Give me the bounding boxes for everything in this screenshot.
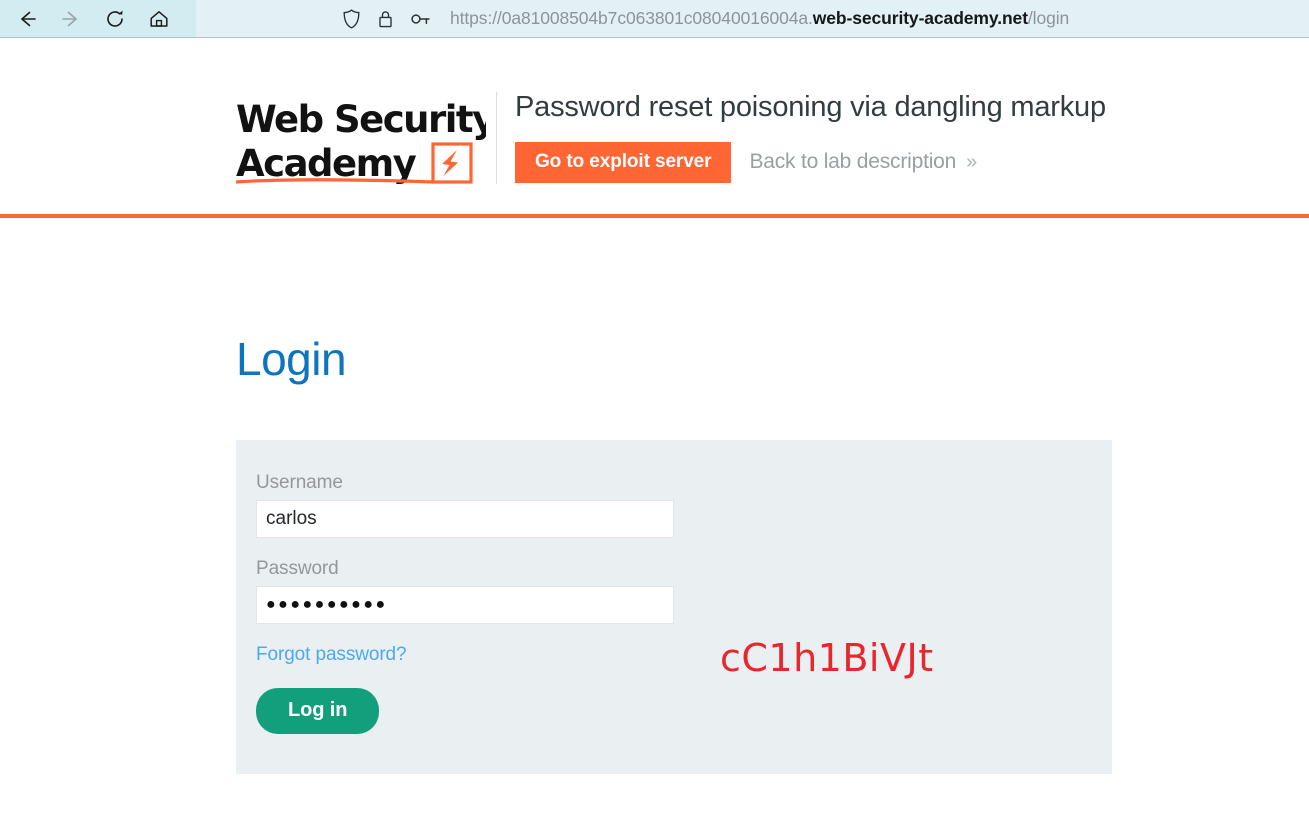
header-divider — [496, 92, 497, 184]
back-to-lab-description-link[interactable]: Back to lab description » — [749, 150, 977, 174]
lab-header: Web Security Academy Password reset pois… — [0, 38, 1309, 218]
back-to-lab-description-label: Back to lab description — [749, 150, 957, 174]
username-label: Username — [256, 472, 343, 493]
username-input[interactable] — [256, 500, 674, 538]
forward-button[interactable] — [54, 4, 88, 34]
login-panel: Username Password Forgot password? Log i… — [236, 440, 1112, 774]
reload-icon — [104, 8, 126, 30]
lock-icon[interactable] — [376, 8, 395, 30]
lab-title: Password reset poisoning via dangling ma… — [515, 91, 1106, 123]
password-input[interactable] — [256, 586, 674, 624]
page-title: Login — [236, 333, 347, 385]
address-bar-url[interactable]: https://0a81008504b7c063801c08040016004a… — [450, 8, 1069, 29]
browser-toolbar: https://0a81008504b7c063801c08040016004a… — [0, 0, 1309, 38]
lab-header-actions: Go to exploit server Back to lab descrip… — [515, 141, 1106, 183]
url-host: web-security-academy.net — [812, 8, 1028, 28]
key-icon[interactable] — [409, 8, 432, 30]
login-button[interactable]: Log in — [256, 688, 380, 734]
page-content: Login Username Password Forgot password?… — [0, 218, 1309, 774]
reload-button[interactable] — [98, 4, 132, 34]
shield-icon[interactable] — [341, 8, 362, 30]
url-path: /login — [1027, 8, 1070, 28]
address-bar[interactable]: https://0a81008504b7c063801c08040016004a… — [196, 0, 1309, 37]
forward-arrow-icon — [60, 8, 82, 30]
address-bar-icons — [196, 8, 432, 30]
url-scheme-prefix: https://0a81008504b7c063801c08040016004a… — [450, 8, 813, 28]
injected-token-text: cC1h1BiVJt — [720, 636, 934, 680]
home-button[interactable] — [142, 4, 176, 34]
password-label: Password — [256, 558, 339, 579]
home-icon — [148, 8, 170, 30]
svg-text:Web Security: Web Security — [236, 98, 486, 141]
login-form: Username Password Forgot password? Log i… — [256, 472, 674, 734]
go-to-exploit-server-button[interactable]: Go to exploit server — [515, 141, 732, 183]
header-accent-rule — [0, 214, 1309, 218]
academy-logo-svg: Web Security Academy — [236, 98, 486, 185]
back-button[interactable] — [10, 4, 44, 34]
double-chevron-right-icon: » — [966, 150, 978, 173]
forgot-password-link[interactable]: Forgot password? — [256, 644, 407, 666]
back-arrow-icon — [16, 8, 38, 30]
browser-nav-buttons — [0, 4, 176, 34]
academy-logo[interactable]: Web Security Academy — [236, 90, 496, 190]
